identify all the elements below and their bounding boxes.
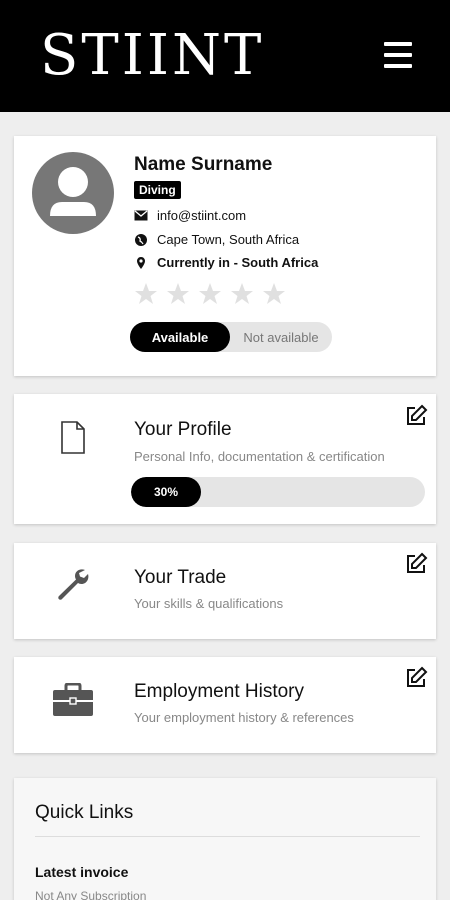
briefcase-icon xyxy=(53,683,93,716)
current-location-row: Currently in - South Africa xyxy=(134,255,318,270)
profile-progress-bar: 30% xyxy=(131,477,425,507)
edit-icon[interactable] xyxy=(404,404,428,428)
globe-icon xyxy=(135,233,147,246)
employment-history-subtitle: Your employment history & references xyxy=(134,710,354,725)
wrench-icon xyxy=(58,569,89,600)
document-icon xyxy=(61,421,85,454)
rating-stars[interactable] xyxy=(134,282,286,306)
your-profile-title: Your Profile xyxy=(134,419,232,440)
avatar[interactable] xyxy=(32,152,114,234)
profile-card: Name Surname Diving info@stiint.com Cape… xyxy=(14,136,436,376)
latest-invoice-link[interactable]: Latest invoice xyxy=(35,864,128,880)
map-pin-icon xyxy=(137,256,145,269)
employment-history-card[interactable]: Employment History Your employment histo… xyxy=(14,657,436,753)
star-icon[interactable] xyxy=(198,282,222,306)
current-location-text: Currently in - South Africa xyxy=(157,255,319,270)
your-trade-subtitle: Your skills & qualifications xyxy=(134,596,284,611)
availability-toggle[interactable]: Available Not available xyxy=(130,322,332,352)
quick-links-card: Quick Links Latest invoice Not Any Subsc… xyxy=(14,778,436,900)
hamburger-menu-icon[interactable] xyxy=(384,42,412,68)
edit-icon[interactable] xyxy=(404,666,428,690)
trade-badge: Diving xyxy=(134,181,181,199)
quick-links-title: Quick Links xyxy=(35,802,134,823)
employment-history-title: Employment History xyxy=(134,681,304,702)
email-text: info@stiint.com xyxy=(157,208,247,223)
email-row: info@stiint.com xyxy=(134,208,246,223)
location-row: Cape Town, South Africa xyxy=(134,232,299,247)
star-icon[interactable] xyxy=(166,282,190,306)
app-logo[interactable]: STIINT xyxy=(40,28,264,84)
star-icon[interactable] xyxy=(134,282,158,306)
progress-fill: 30% xyxy=(131,477,201,507)
your-profile-card[interactable]: Your Profile Personal Info, documentatio… xyxy=(14,394,436,524)
star-icon[interactable] xyxy=(262,282,286,306)
your-profile-subtitle: Personal Info, documentation & certifica… xyxy=(134,449,385,464)
app-header: STIINT xyxy=(0,0,450,112)
divider xyxy=(35,836,420,837)
latest-invoice-status: Not Any Subscription xyxy=(35,889,147,900)
location-text: Cape Town, South Africa xyxy=(157,232,300,247)
available-option[interactable]: Available xyxy=(130,322,230,352)
user-avatar-icon xyxy=(50,167,96,216)
edit-icon[interactable] xyxy=(404,552,428,576)
not-available-option[interactable]: Not available xyxy=(230,322,332,352)
profile-name: Name Surname xyxy=(134,154,273,175)
star-icon[interactable] xyxy=(230,282,254,306)
envelope-icon xyxy=(134,210,148,221)
your-trade-title: Your Trade xyxy=(134,567,227,588)
your-trade-card[interactable]: Your Trade Your skills & qualifications xyxy=(14,543,436,639)
